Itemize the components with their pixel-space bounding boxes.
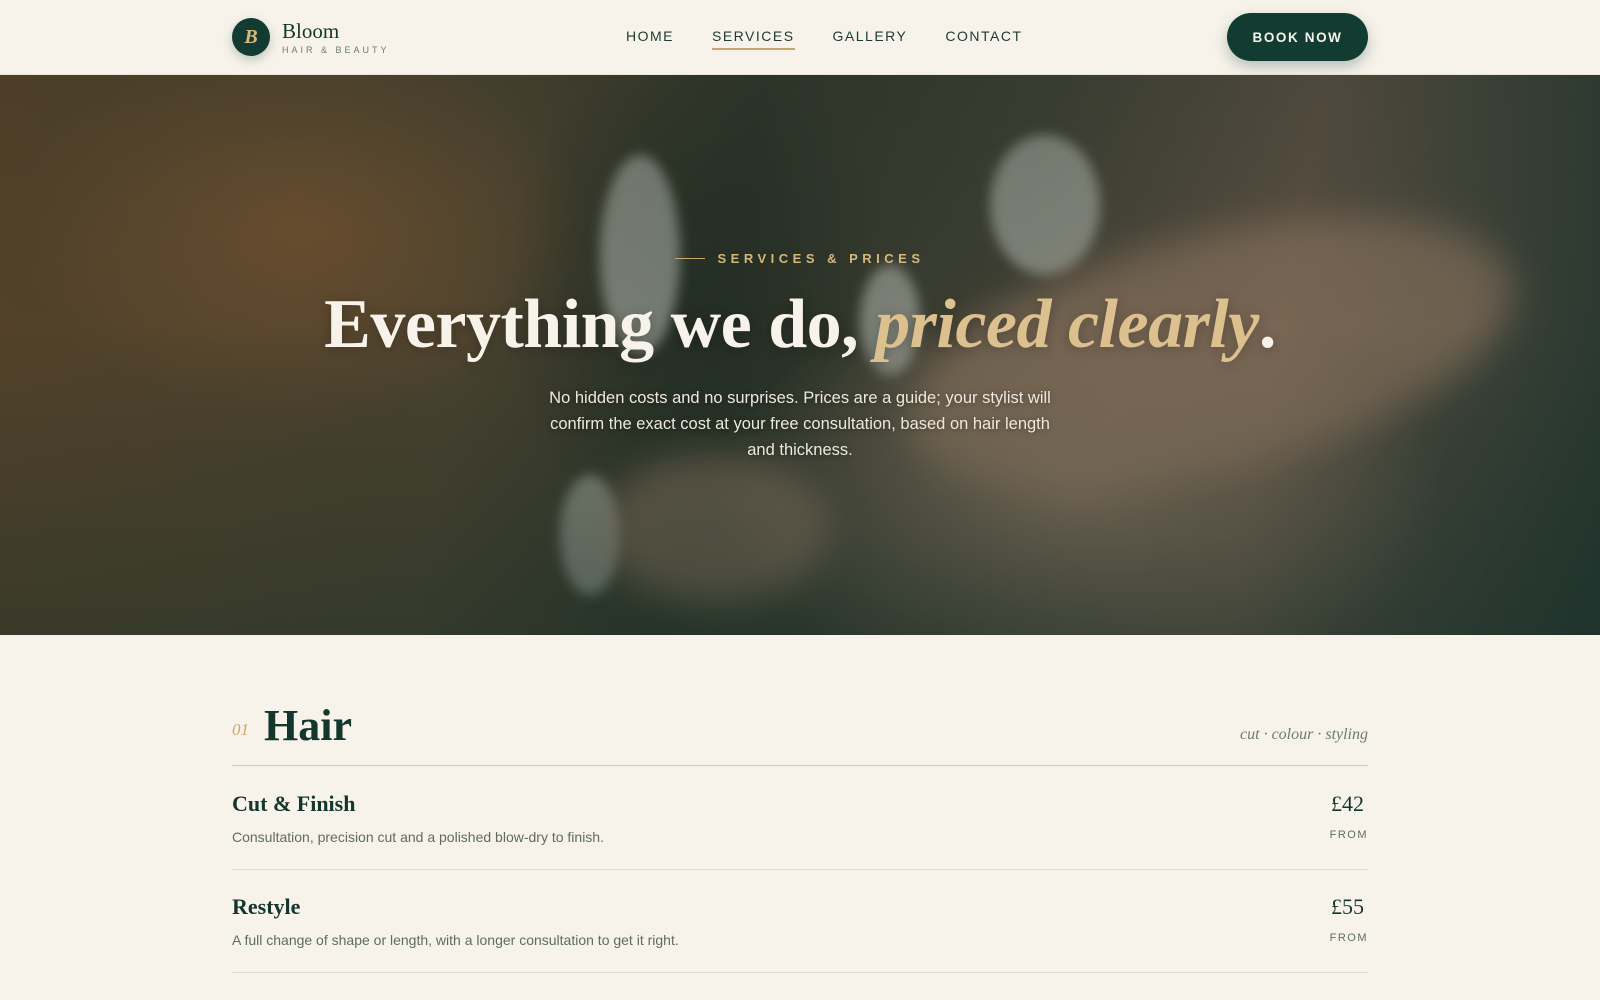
nav-gallery[interactable]: GALLERY	[833, 28, 908, 50]
service-name: Restyle	[232, 894, 301, 919]
service-row: Restyle A full change of shape or length…	[232, 870, 1368, 973]
hero-subtitle: No hidden costs and no surprises. Prices…	[549, 389, 1051, 459]
hero-title-accent: priced clearly	[875, 286, 1259, 363]
section-title: Hair	[264, 701, 352, 750]
nav-contact[interactable]: CONTACT	[945, 28, 1022, 50]
service-row: Cut & Finish Consultation, precision cut…	[232, 767, 1368, 870]
hero-title: Everything we do, priced clearly.	[0, 285, 1600, 365]
service-price-note: FROM	[1329, 829, 1368, 841]
hero-eyebrow: SERVICES & PRICES	[0, 251, 1600, 266]
brand-tagline: HAIR & BEAUTY	[282, 44, 390, 55]
service-price: £42	[1331, 791, 1364, 816]
nav-home[interactable]: HOME	[626, 28, 674, 50]
hero-title-end: .	[1258, 286, 1277, 363]
hero-title-main: Everything we do,	[324, 286, 876, 363]
service-description: Consultation, precision cut and a polish…	[232, 829, 604, 845]
site-header: B Bloom HAIR & BEAUTY HOME SERVICES GALL…	[0, 0, 1600, 75]
book-now-button[interactable]: BOOK NOW	[1227, 13, 1368, 61]
section-header-hair: 01 Hair cut · colour · styling	[232, 700, 1368, 766]
main-nav: HOME SERVICES GALLERY CONTACT	[626, 28, 1061, 50]
service-description: A full change of shape or length, with a…	[232, 932, 679, 948]
section-meta: cut · colour · styling	[1240, 726, 1368, 743]
service-name: Cut & Finish	[232, 791, 356, 816]
hero-eyebrow-text: SERVICES & PRICES	[717, 251, 925, 266]
brand-name: Bloom	[282, 18, 340, 43]
service-price-note: FROM	[1329, 932, 1368, 944]
nav-services[interactable]: SERVICES	[712, 28, 795, 50]
eyebrow-divider	[675, 258, 706, 259]
service-price: £55	[1331, 894, 1364, 919]
section-number: 01	[232, 720, 249, 739]
brand-monogram: B	[232, 18, 270, 56]
brand-logo[interactable]: B Bloom HAIR & BEAUTY	[232, 18, 390, 56]
hero-banner: SERVICES & PRICES Everything we do, pric…	[0, 75, 1600, 635]
